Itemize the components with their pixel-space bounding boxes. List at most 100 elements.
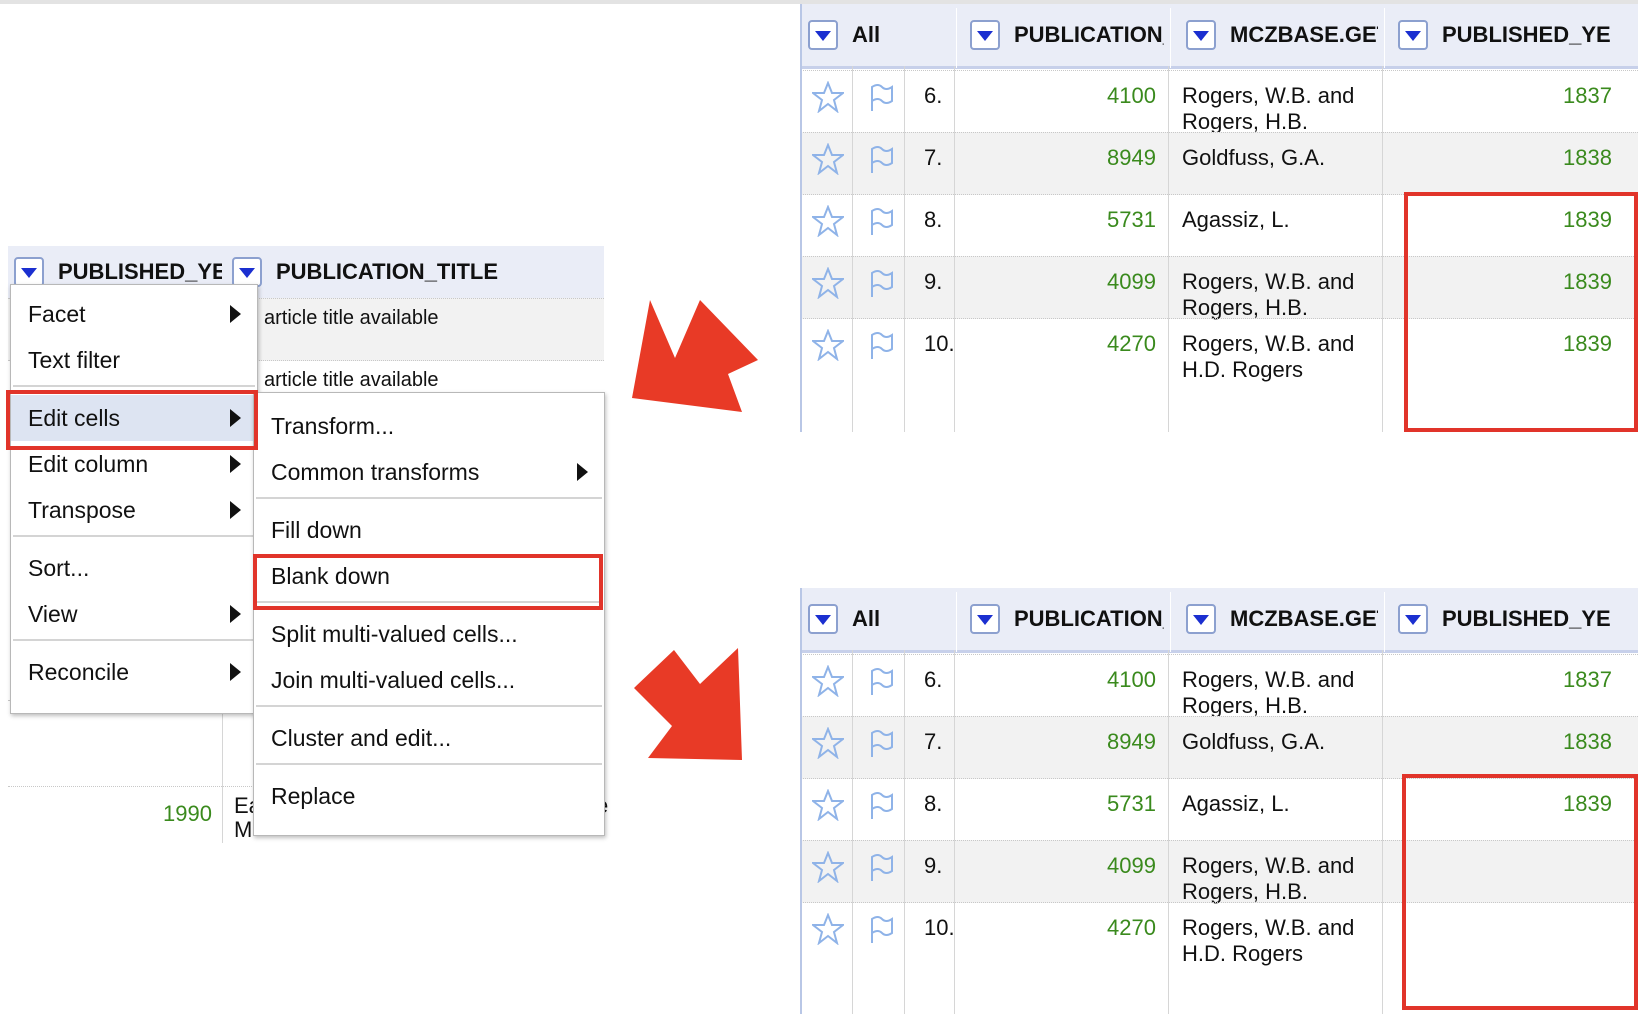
- menu-item-transform[interactable]: Transform...: [254, 403, 604, 449]
- menu-item-text-filter[interactable]: Text filter: [11, 337, 257, 383]
- submenu-arrow-icon: [230, 605, 241, 623]
- menu-item-common-transforms[interactable]: Common transforms: [254, 449, 604, 495]
- published-year-cell[interactable]: 1990: [8, 801, 212, 827]
- star-icon[interactable]: [810, 204, 846, 238]
- menu-separator: [256, 497, 602, 499]
- column-header[interactable]: All: [808, 588, 950, 650]
- star-icon[interactable]: [810, 912, 846, 946]
- star-icon[interactable]: [810, 726, 846, 760]
- flag-icon[interactable]: [864, 913, 896, 945]
- column-header-label: All: [852, 606, 881, 631]
- star-icon[interactable]: [810, 664, 846, 698]
- red-arrow-icon: [632, 300, 758, 412]
- edit-cells-submenu: Transform... Common transforms Fill down Bl…: [253, 392, 605, 836]
- column-header-label: PUBLICATION_I: [1014, 606, 1164, 631]
- column-header-label: PUBLICATION_TITLE: [276, 259, 499, 284]
- published-year-cell[interactable]: 1838: [1390, 729, 1612, 755]
- flag-icon[interactable]: [864, 727, 896, 759]
- column-header[interactable]: PUBLICATION_I: [970, 588, 1164, 650]
- menu-item-join-multi-valued-cells[interactable]: Join multi-valued cells...: [254, 657, 604, 703]
- menu-item-split-multi-valued-cells[interactable]: Split multi-valued cells...: [254, 611, 604, 657]
- author-cell[interactable]: Rogers, W.B. and: [1182, 915, 1354, 941]
- publication-id-cell[interactable]: 4099: [966, 269, 1156, 295]
- star-icon[interactable]: [810, 80, 846, 114]
- column-header[interactable]: PUBLICATION_I: [970, 4, 1164, 66]
- column-header[interactable]: PUBLISHED_YE: [1398, 4, 1634, 66]
- published-year-cell[interactable]: 1837: [1390, 83, 1612, 109]
- author-cell[interactable]: Rogers, W.B. and: [1182, 269, 1354, 295]
- menu-item-sort[interactable]: Sort...: [11, 545, 257, 591]
- star-icon[interactable]: [810, 142, 846, 176]
- published-year-cell[interactable]: 1838: [1390, 145, 1612, 171]
- publication-id-cell[interactable]: 8949: [966, 145, 1156, 171]
- dropdown-arrow-icon[interactable]: [232, 257, 262, 287]
- dropdown-arrow-icon[interactable]: [970, 604, 1000, 634]
- menu-separator: [256, 763, 602, 765]
- publication-id-cell[interactable]: 5731: [966, 791, 1156, 817]
- row-index: 8.: [924, 207, 943, 232]
- flag-icon[interactable]: [864, 267, 896, 299]
- author-cell[interactable]: Rogers, W.B. and: [1182, 853, 1354, 879]
- grid-line: [1382, 66, 1383, 432]
- table-row: 7. 8949 Goldfuss, G.A. 1838: [800, 132, 1638, 195]
- author-cell[interactable]: Rogers, W.B. and: [1182, 331, 1354, 357]
- menu-item-reconcile[interactable]: Reconcile: [11, 649, 257, 695]
- dropdown-arrow-icon[interactable]: [1186, 20, 1216, 50]
- author-cell[interactable]: Goldfuss, G.A.: [1182, 145, 1325, 171]
- flag-icon[interactable]: [864, 329, 896, 361]
- dropdown-arrow-icon[interactable]: [1398, 20, 1428, 50]
- flag-icon[interactable]: [864, 851, 896, 883]
- dropdown-arrow-icon[interactable]: [1186, 604, 1216, 634]
- header-separator: [1384, 8, 1385, 68]
- star-icon[interactable]: [810, 788, 846, 822]
- author-cell[interactable]: Agassiz, L.: [1182, 207, 1290, 233]
- publication-id-cell[interactable]: 4099: [966, 853, 1156, 879]
- column-header[interactable]: PUBLISHED_YE: [1398, 588, 1634, 650]
- column-header-publication-title[interactable]: PUBLICATION_TITLE: [228, 246, 598, 298]
- dropdown-arrow-icon[interactable]: [14, 257, 44, 287]
- dropdown-arrow-icon[interactable]: [970, 20, 1000, 50]
- flag-icon[interactable]: [864, 789, 896, 821]
- menu-item-view[interactable]: View: [11, 591, 257, 637]
- table-header: All PUBLICATION_I MCZBASE.GET_ PUBLISHED_YE: [800, 4, 1638, 69]
- column-header-label: PUBLICATION_I: [1014, 22, 1164, 47]
- publication-id-cell[interactable]: 4100: [966, 83, 1156, 109]
- publication-title-cell[interactable]: article title available: [264, 305, 439, 331]
- dropdown-arrow-icon[interactable]: [1398, 604, 1428, 634]
- published-year-cell[interactable]: 1837: [1390, 667, 1612, 693]
- flag-icon[interactable]: [864, 143, 896, 175]
- publication-id-cell[interactable]: 8949: [966, 729, 1156, 755]
- star-icon[interactable]: [810, 266, 846, 300]
- menu-item-label: Cluster and edit...: [271, 724, 452, 751]
- flag-icon[interactable]: [864, 81, 896, 113]
- publication-id-cell[interactable]: 4270: [966, 331, 1156, 357]
- submenu-arrow-icon: [577, 463, 588, 481]
- menu-item-fill-down[interactable]: Fill down: [254, 507, 604, 553]
- menu-item-facet[interactable]: Facet: [11, 291, 257, 337]
- grid-line: [852, 650, 853, 1014]
- author-cell[interactable]: Rogers, W.B. and: [1182, 83, 1354, 109]
- author-cell[interactable]: Goldfuss, G.A.: [1182, 729, 1325, 755]
- author-cell[interactable]: Rogers, W.B. and: [1182, 667, 1354, 693]
- column-header[interactable]: MCZBASE.GET_: [1186, 588, 1378, 650]
- menu-item-label: Fill down: [271, 516, 362, 543]
- flag-icon[interactable]: [864, 205, 896, 237]
- menu-item-label: Common transforms: [271, 458, 480, 485]
- dropdown-arrow-icon[interactable]: [808, 604, 838, 634]
- column-header[interactable]: MCZBASE.GET_: [1186, 4, 1378, 66]
- star-icon[interactable]: [810, 850, 846, 884]
- author-cell[interactable]: Agassiz, L.: [1182, 791, 1290, 817]
- star-icon[interactable]: [810, 328, 846, 362]
- table-row: 6. 4100 Rogers, W.B. and Rogers, H.B. 1837: [800, 70, 1638, 134]
- flag-icon[interactable]: [864, 665, 896, 697]
- menu-item-transpose[interactable]: Transpose: [11, 487, 257, 533]
- dropdown-arrow-icon[interactable]: [808, 20, 838, 50]
- publication-id-cell[interactable]: 4270: [966, 915, 1156, 941]
- publication-id-cell[interactable]: 5731: [966, 207, 1156, 233]
- column-header[interactable]: All: [808, 4, 950, 66]
- row-index: 6.: [924, 667, 943, 692]
- menu-item-cluster-and-edit[interactable]: Cluster and edit...: [254, 715, 604, 761]
- menu-item-replace[interactable]: Replace: [254, 773, 604, 819]
- publication-title-cell[interactable]: article title available: [264, 367, 439, 393]
- publication-id-cell[interactable]: 4100: [966, 667, 1156, 693]
